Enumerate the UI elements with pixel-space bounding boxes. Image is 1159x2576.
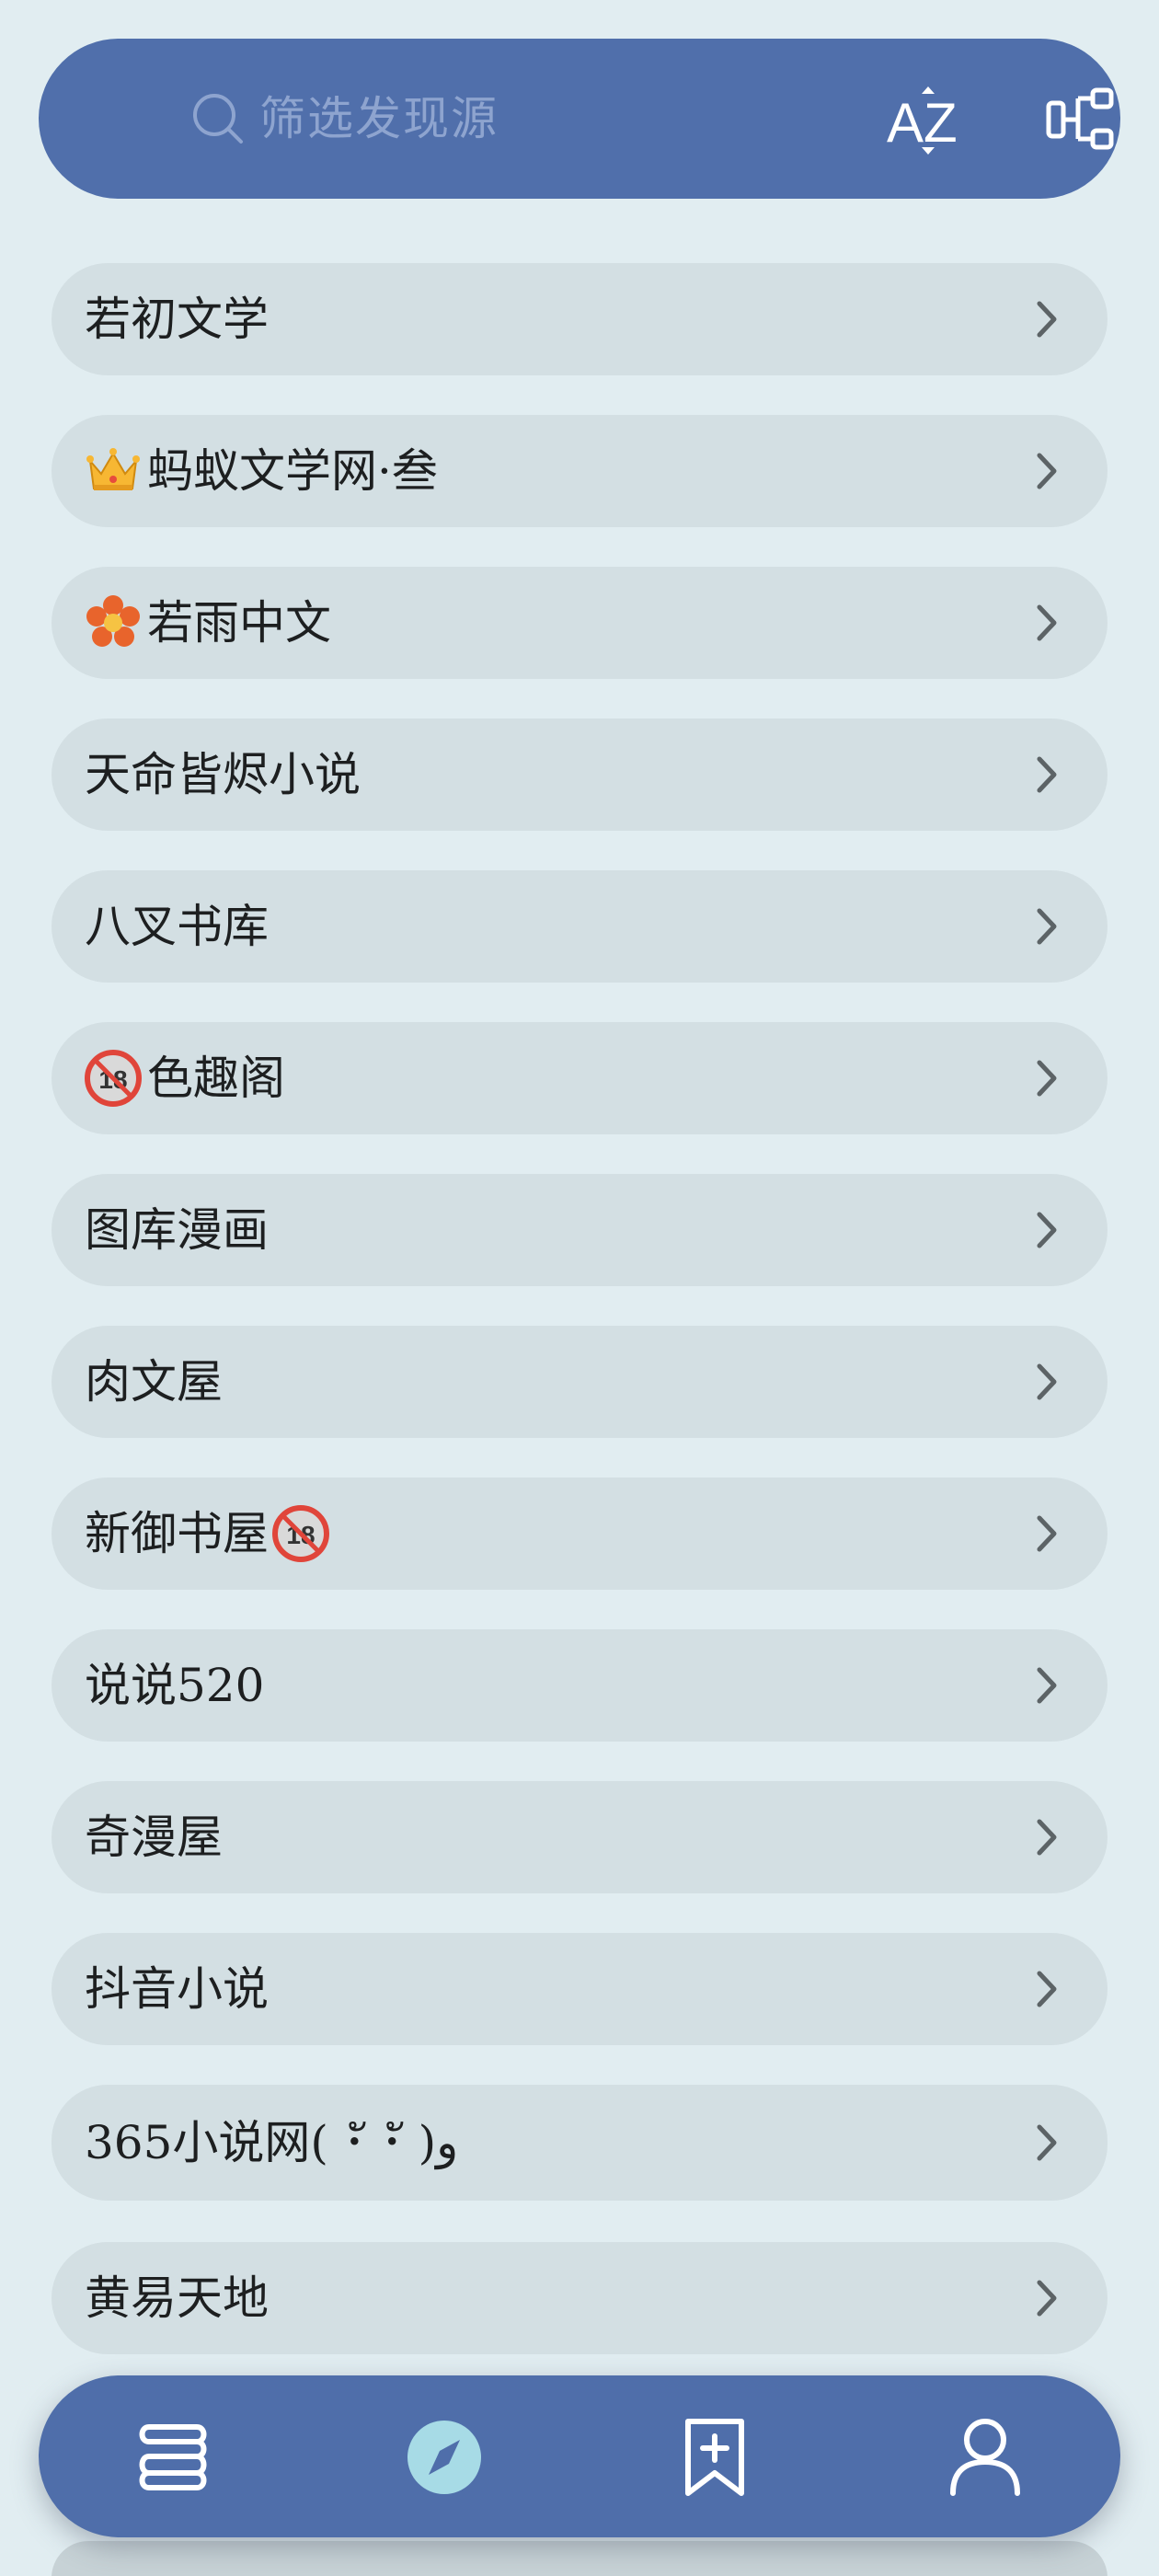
source-name: 365小说网( ･ั ･ั )و [85,2116,459,2169]
chevron-right-icon [1037,1212,1057,1248]
source-list-item[interactable]: 蚂蚁文学网·叁 [52,415,1107,527]
chevron-right-icon [1037,1060,1057,1097]
source-item-label: 若初文学 [85,263,269,375]
compass-icon[interactable] [403,2416,486,2499]
no-under-18-emoji: 18 [272,1505,329,1562]
source-list-item[interactable]: 黄易天地 [52,2242,1107,2354]
source-list-item[interactable]: 八叉书库 [52,870,1107,983]
source-list-item[interactable]: 365小说网( ･ั ･ั )و [52,2085,1107,2201]
source-list-item[interactable]: 抖音小说 [52,1933,1107,2045]
source-list-item[interactable]: 18色趣阁 [52,1022,1107,1134]
source-item-label: 八叉书库 [85,870,269,983]
chevron-right-icon [1037,2124,1057,2161]
source-item-label: 黄易天地 [85,2242,269,2354]
chevron-right-icon [1037,1819,1057,1856]
source-name: 黄易天地 [85,2271,269,2325]
crown-emoji [86,448,140,490]
source-item-label: 365小说网( ･ั ･ั )و [85,2085,458,2201]
source-name: 图库漫画 [85,1203,269,1257]
source-list-item[interactable]: 天命皆烬小说 [52,719,1107,831]
source-list-item[interactable]: 图库漫画 [52,1174,1107,1286]
chevron-right-icon [1037,1515,1057,1552]
source-name: 说说520 [85,1659,265,1712]
source-name: 八叉书库 [85,900,269,953]
books-icon[interactable] [131,2416,213,2499]
chevron-right-icon [1037,604,1057,641]
chevron-right-icon [1037,756,1057,793]
bookmark-plus-icon[interactable] [673,2416,756,2499]
chevron-right-icon [1037,301,1057,338]
discover-page: 筛选发现源 AZ 若初文学 蚂蚁文学网·叁若雨中文天命皆烬小说八叉书库18色趣阁… [0,0,1159,2576]
source-list-item[interactable]: 说说520 [52,1629,1107,1742]
source-item-label: 18色趣阁 [85,1022,285,1134]
source-list-item[interactable]: 新御书屋18 [52,1478,1107,1590]
chevron-right-icon [1037,908,1057,945]
source-item-label: 新御书屋18 [85,1478,329,1590]
chevron-right-icon [1037,453,1057,489]
source-name: 新御书屋 [85,1507,269,1560]
source-list: 若初文学 蚂蚁文学网·叁若雨中文天命皆烬小说八叉书库18色趣阁图库漫画肉文屋新御… [0,0,1159,2576]
source-list-item[interactable]: 肉文屋 [52,1326,1107,1438]
chevron-right-icon [1037,1971,1057,2007]
source-list-item[interactable]: 奇漫屋 [52,1781,1107,1893]
source-list-item[interactable]: 若雨中文 [52,567,1107,679]
source-item-label: 若雨中文 [85,567,331,679]
chevron-right-icon [1037,2280,1057,2317]
source-name: 天命皆烬小说 [85,748,361,801]
source-item-label: 天命皆烬小说 [85,719,361,831]
source-name: 若雨中文 [147,596,331,650]
source-item-label: 说说520 [85,1629,264,1742]
list-item-partial [52,2541,1107,2576]
chevron-right-icon [1037,1363,1057,1400]
bottom-navigation [39,2375,1120,2537]
source-name: 蚂蚁文学网·叁 [147,444,438,498]
source-item-label: 奇漫屋 [85,1781,223,1893]
flower-emoji [86,595,140,647]
source-list-item[interactable]: 若初文学 [52,263,1107,375]
source-name: 色趣阁 [147,1052,285,1105]
source-item-label: 图库漫画 [85,1174,269,1286]
source-item-label: 蚂蚁文学网·叁 [85,415,438,527]
source-name: 奇漫屋 [85,1811,223,1864]
source-name: 若初文学 [85,293,269,346]
source-item-label: 抖音小说 [85,1933,269,2045]
no-under-18-emoji: 18 [85,1050,142,1107]
chevron-right-icon [1037,1667,1057,1704]
source-name: 肉文屋 [85,1355,223,1409]
person-icon[interactable] [944,2416,1027,2499]
source-item-label: 肉文屋 [85,1326,223,1438]
source-name: 抖音小说 [85,1962,269,2016]
